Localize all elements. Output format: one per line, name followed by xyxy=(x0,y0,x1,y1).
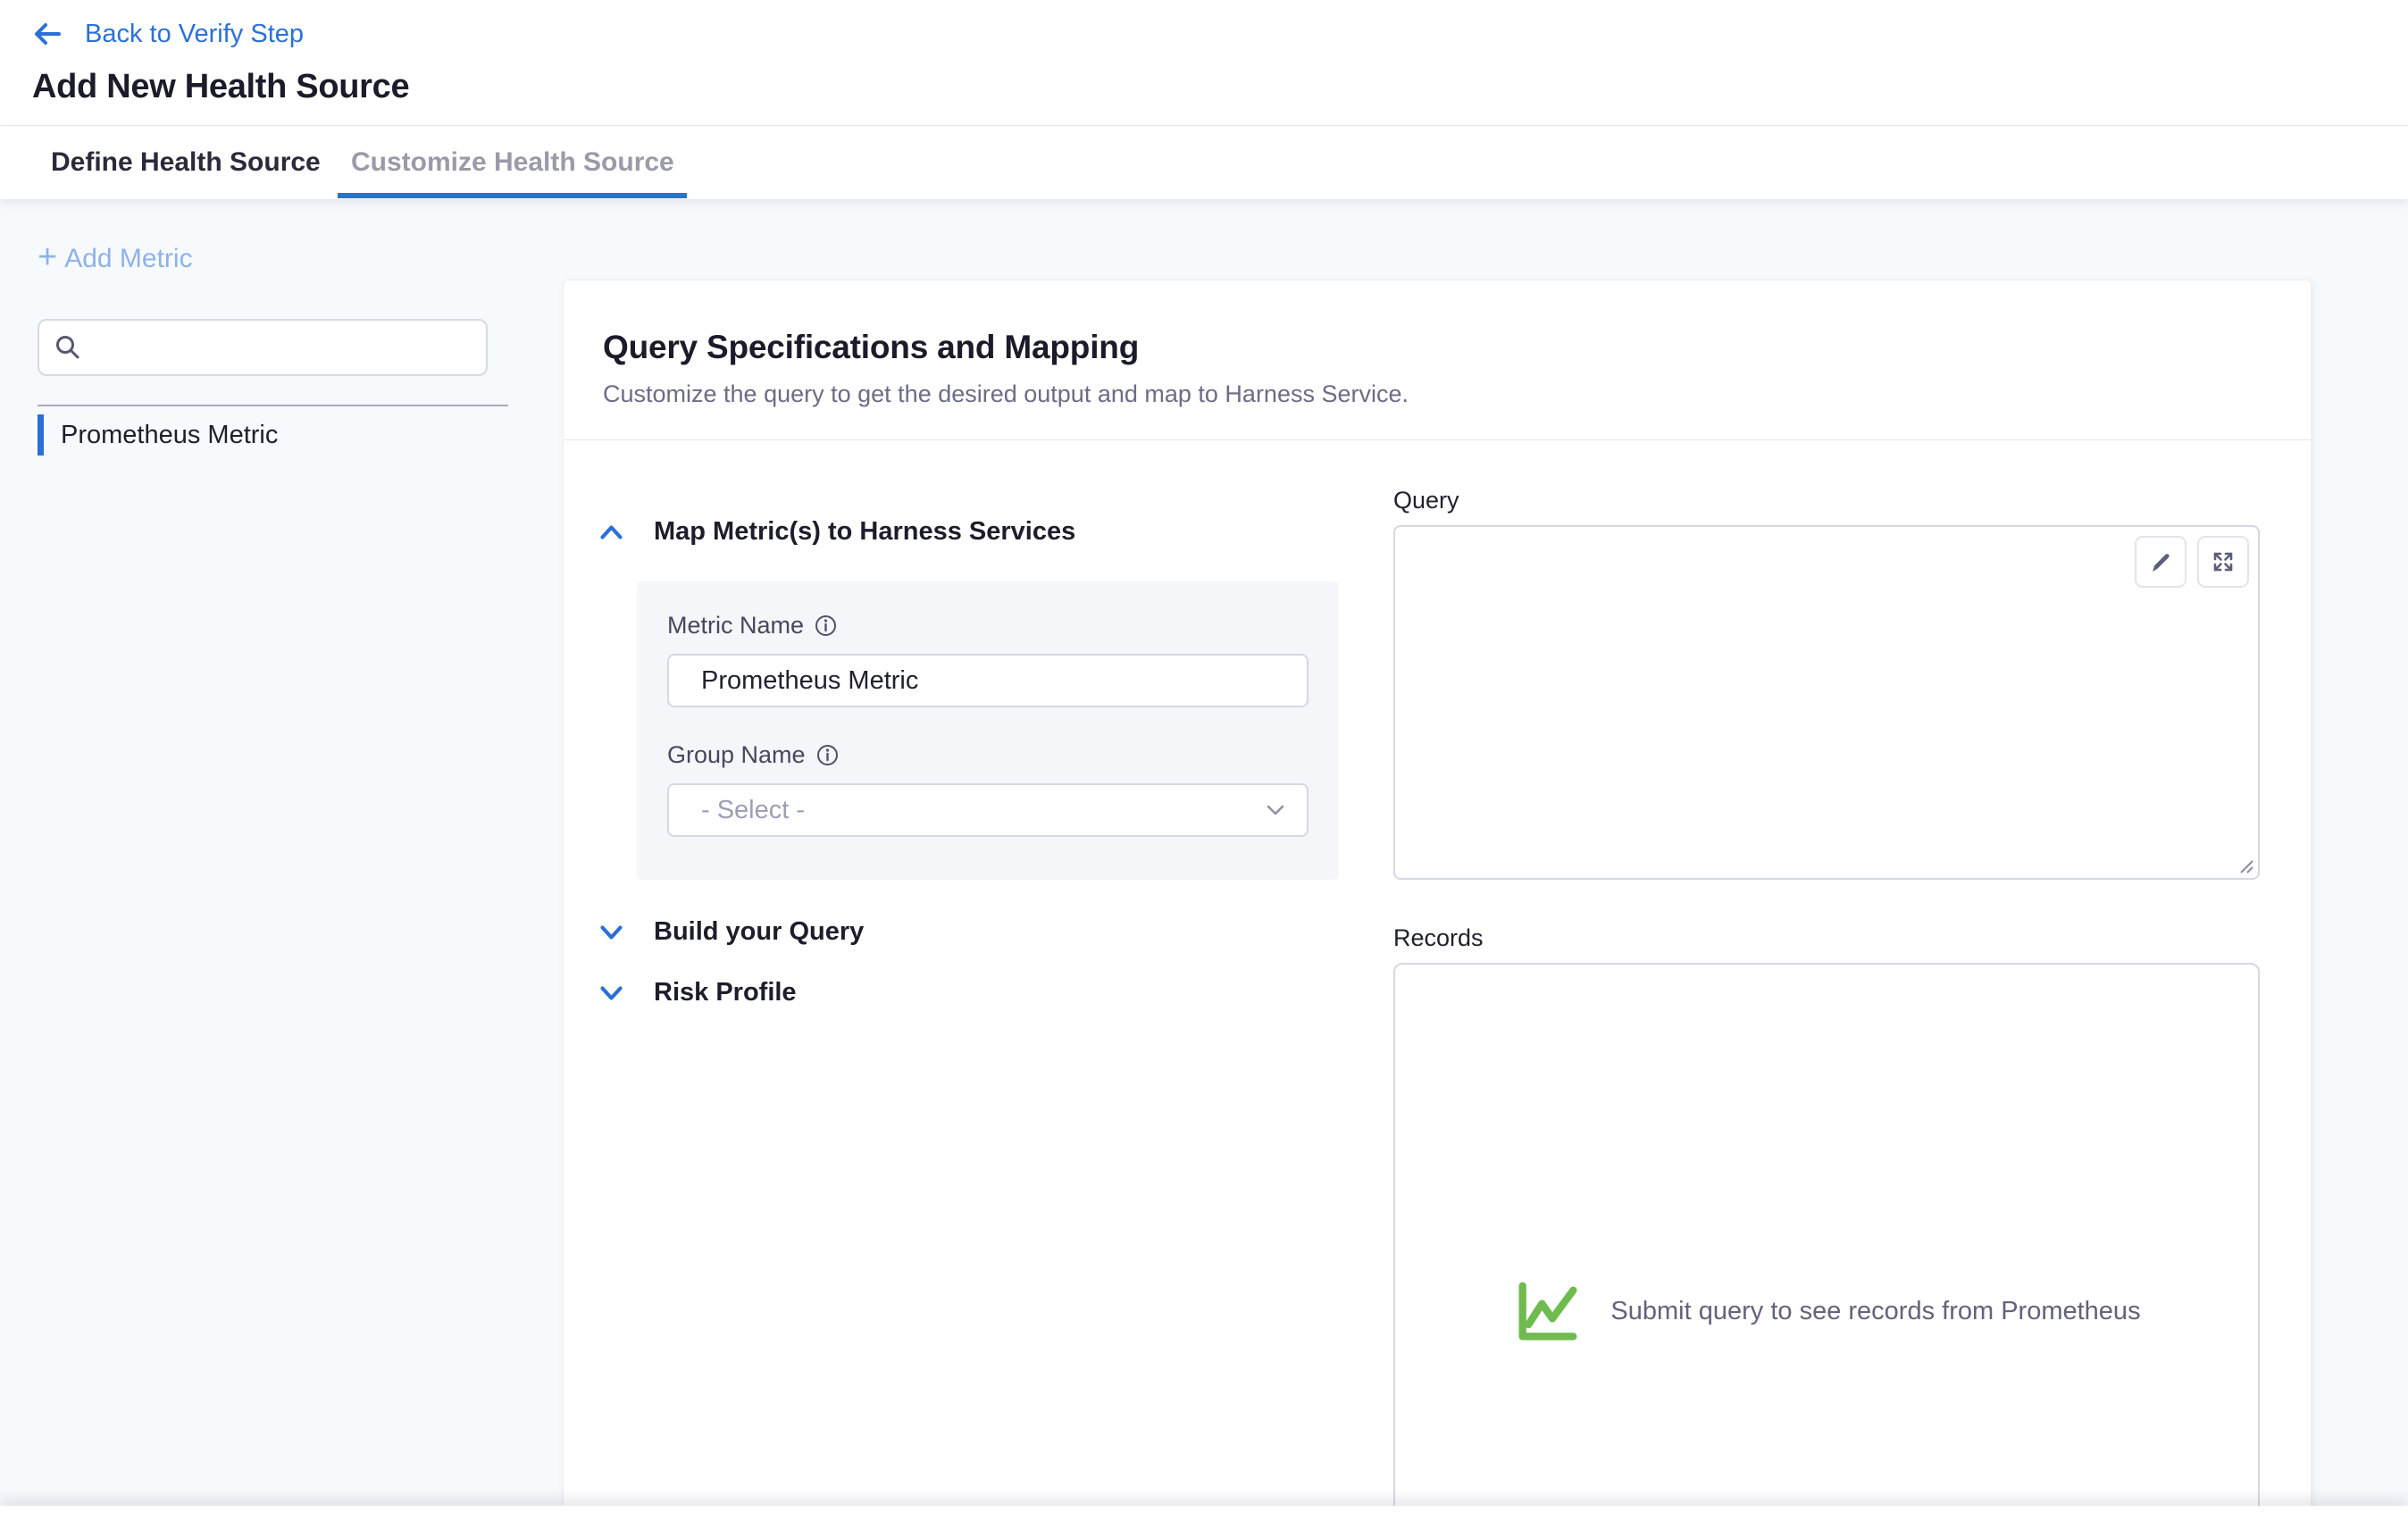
back-link-label: Back to Verify Step xyxy=(85,20,304,49)
pencil-icon xyxy=(2148,549,2173,574)
records-empty-state: Submit query to see records from Prometh… xyxy=(1395,1275,2258,1347)
records-empty-text: Submit query to see records from Prometh… xyxy=(1610,1297,2140,1326)
content-area: + Add Metric Prometheus Metric Query Spe… xyxy=(0,199,2408,1513)
chevron-down-icon xyxy=(599,924,623,940)
metric-item-label: Prometheus Metric xyxy=(61,421,278,450)
select-caret-icon xyxy=(1266,804,1285,816)
card-subtitle: Customize the query to get the desired o… xyxy=(603,380,2271,407)
sidebar-item-prometheus-metric[interactable]: Prometheus Metric xyxy=(38,414,278,456)
metric-name-label-row: Metric Name xyxy=(667,612,1309,639)
tab-bar: Define Health Source Customize Health So… xyxy=(0,127,2408,199)
page: Back to Verify Step Add New Health Sourc… xyxy=(0,0,2408,1513)
card-title: Query Specifications and Mapping xyxy=(603,327,2271,368)
tab-customize-health-source[interactable]: Customize Health Source xyxy=(351,127,674,198)
page-title: Add New Health Source xyxy=(32,68,409,106)
group-select-placeholder: - Select - xyxy=(701,796,805,825)
edit-query-button[interactable] xyxy=(2135,536,2186,588)
card-header: Query Specifications and Mapping Customi… xyxy=(564,280,2311,407)
section-build-your-query[interactable]: Build your Query xyxy=(599,917,864,947)
resize-handle-icon[interactable] xyxy=(2237,857,2255,875)
group-name-label: Group Name xyxy=(667,741,806,769)
metric-search-input[interactable] xyxy=(93,321,486,374)
section-label: Build your Query xyxy=(654,917,864,947)
metric-search-box xyxy=(38,319,488,376)
chevron-up-icon xyxy=(599,524,623,540)
query-actions xyxy=(2135,536,2249,588)
tab-define-health-source[interactable]: Define Health Source xyxy=(51,127,321,198)
section-label: Map Metric(s) to Harness Services xyxy=(654,517,1075,547)
maximize-icon xyxy=(2211,549,2236,574)
footer-bar xyxy=(0,1506,2408,1513)
map-metrics-panel: Metric Name Group Name xyxy=(637,581,1339,880)
expand-query-button[interactable] xyxy=(2197,536,2249,588)
info-icon[interactable] xyxy=(816,744,839,766)
section-label: Risk Profile xyxy=(654,978,797,1007)
add-metric-button[interactable]: + Add Metric xyxy=(38,244,193,274)
query-label: Query xyxy=(1393,487,1459,514)
plus-icon: + xyxy=(38,244,57,271)
search-icon xyxy=(54,333,82,362)
records-panel: Submit query to see records from Prometh… xyxy=(1393,963,2260,1513)
section-map-metrics[interactable]: Map Metric(s) to Harness Services xyxy=(599,517,1075,547)
info-icon[interactable] xyxy=(815,614,837,637)
metric-name-input[interactable] xyxy=(667,654,1309,707)
page-header: Back to Verify Step Add New Health Sourc… xyxy=(0,0,2408,126)
add-metric-label: Add Metric xyxy=(64,244,192,274)
sidebar-divider xyxy=(38,405,508,406)
section-risk-profile[interactable]: Risk Profile xyxy=(599,978,797,1007)
records-label: Records xyxy=(1393,924,1484,952)
group-name-label-row: Group Name xyxy=(667,741,1309,769)
query-specifications-card: Query Specifications and Mapping Customi… xyxy=(563,280,2312,1513)
selected-indicator-bar xyxy=(38,414,44,456)
metric-name-label: Metric Name xyxy=(667,612,804,639)
chevron-down-icon xyxy=(599,985,623,1001)
card-body: Map Metric(s) to Harness Services Metric… xyxy=(564,440,2311,1513)
query-textarea[interactable] xyxy=(1393,525,2260,880)
group-name-select[interactable]: - Select - xyxy=(667,783,1309,837)
line-chart-icon xyxy=(1512,1275,1584,1347)
back-to-verify-step-link[interactable]: Back to Verify Step xyxy=(31,18,304,50)
back-arrow-icon xyxy=(31,21,62,47)
